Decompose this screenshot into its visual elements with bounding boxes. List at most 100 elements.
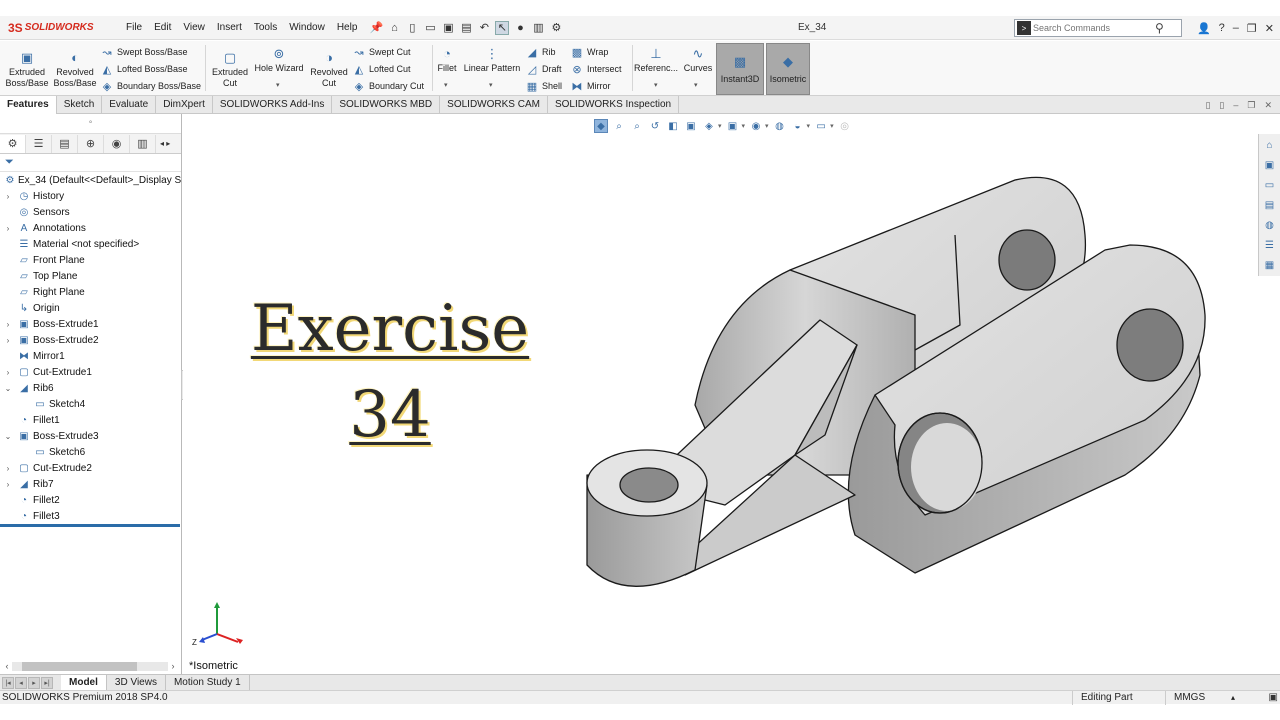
expand-icon[interactable]: › bbox=[4, 336, 12, 345]
curves-dropdown-icon[interactable]: ▾ bbox=[694, 81, 698, 89]
tree-horizontal-scrollbar[interactable]: ‹ › bbox=[2, 660, 178, 672]
rollback-bar[interactable] bbox=[0, 524, 180, 527]
fillet-dropdown-icon[interactable]: ▾ bbox=[444, 81, 448, 89]
doc-minimize-icon[interactable]: – bbox=[1233, 100, 1238, 111]
split-window-icon[interactable]: ▯ bbox=[1219, 100, 1224, 111]
revolved-cut-button[interactable]: ◑ Revolved Cut bbox=[307, 49, 351, 89]
file-properties-icon[interactable]: ▥ bbox=[531, 21, 545, 35]
hole-wizard-button[interactable]: ⊚ Hole Wizard bbox=[253, 45, 305, 74]
zoom-to-area-icon[interactable]: ⌕ bbox=[630, 119, 644, 133]
tree-item-boss-extrude1[interactable]: › ▣ Boss-Extrude1 bbox=[0, 316, 181, 332]
dropdown-icon[interactable]: ▾ bbox=[765, 122, 769, 130]
menu-window[interactable]: Window bbox=[283, 16, 331, 40]
print-icon[interactable]: ▤ bbox=[459, 21, 473, 35]
tree-item-history[interactable]: › ◷ History bbox=[0, 188, 181, 204]
menu-tools[interactable]: Tools bbox=[248, 16, 283, 40]
rib-button[interactable]: ◢ Rib bbox=[525, 44, 556, 60]
rebuild-icon[interactable]: ● bbox=[513, 21, 527, 35]
select-cursor-icon[interactable]: ↖ bbox=[495, 20, 510, 35]
panel-tab-scroll-icon[interactable]: ◂ ▸ bbox=[160, 139, 170, 148]
hole-wizard-dropdown-icon[interactable]: ▾ bbox=[276, 81, 280, 89]
tree-item-part[interactable]: ⚙ Ex_34 (Default<<Default>_Display S bbox=[0, 172, 181, 188]
boundary-cut-button[interactable]: ◈ Boundary Cut bbox=[352, 78, 424, 94]
help-question-icon[interactable]: ? bbox=[1219, 22, 1225, 34]
expand-icon[interactable]: › bbox=[4, 192, 12, 201]
minimize-icon[interactable]: – bbox=[1233, 22, 1239, 34]
fillet-button[interactable]: ◔ Fillet bbox=[435, 45, 459, 74]
revolved-boss-button[interactable]: ◐ Revolved Boss/Base bbox=[53, 49, 97, 89]
expand-icon[interactable]: › bbox=[4, 480, 12, 489]
dropdown-icon[interactable]: ▾ bbox=[718, 122, 722, 130]
tree-item-top-plane[interactable]: ▱ Top Plane bbox=[0, 268, 181, 284]
tree-item-cut-extrude2[interactable]: › ▢ Cut-Extrude2 bbox=[0, 460, 181, 476]
tree-item-boss-extrude3[interactable]: ⌄ ▣ Boss-Extrude3 bbox=[0, 428, 181, 444]
tree-item-fillet1[interactable]: ◔ Fillet1 bbox=[0, 412, 181, 428]
lofted-boss-button[interactable]: ◭ Lofted Boss/Base bbox=[100, 61, 188, 77]
tree-item-boss-extrude2[interactable]: › ▣ Boss-Extrude2 bbox=[0, 332, 181, 348]
view-orientation-icon[interactable]: ◈ bbox=[702, 119, 716, 133]
mirror-button[interactable]: ⧓ Mirror bbox=[570, 78, 611, 94]
reference-geometry-button[interactable]: ⊥ Referenc... bbox=[634, 45, 678, 74]
apply-scene-icon[interactable]: ◒ bbox=[791, 119, 805, 133]
3d-part-model[interactable] bbox=[585, 175, 1210, 595]
pin-icon[interactable]: 📌 bbox=[369, 21, 384, 35]
file-explorer-icon[interactable]: ▭ bbox=[1263, 178, 1277, 192]
units-dropdown-icon[interactable]: ▴ bbox=[1231, 691, 1235, 705]
forum-icon[interactable]: ▦ bbox=[1263, 258, 1277, 272]
tree-item-rib7[interactable]: › ◢ Rib7 bbox=[0, 476, 181, 492]
display-style-icon[interactable]: ▣ bbox=[726, 119, 740, 133]
cam-manager-tab-icon[interactable]: ▥ bbox=[130, 134, 156, 153]
tab-mbd[interactable]: SOLIDWORKS MBD bbox=[332, 96, 441, 114]
section-view-icon[interactable]: ◧ bbox=[666, 119, 680, 133]
tree-item-sketch4[interactable]: ▭ Sketch4 bbox=[0, 396, 181, 412]
next-tab-icon[interactable]: ▸ bbox=[28, 676, 40, 689]
home-icon[interactable]: ⌂ bbox=[387, 21, 401, 35]
isometric-toggle[interactable]: ◆ Isometric bbox=[766, 43, 810, 95]
swept-boss-button[interactable]: ↝ Swept Boss/Base bbox=[100, 44, 187, 60]
instant3d-toggle[interactable]: ▩ Instant3D bbox=[716, 43, 764, 95]
reference-dropdown-icon[interactable]: ▾ bbox=[654, 81, 658, 89]
expand-icon[interactable]: › bbox=[4, 464, 12, 473]
panel-drag-handle[interactable]: ° bbox=[0, 114, 181, 134]
solidworks-logo[interactable]: 3S SOLIDWORKS bbox=[8, 21, 104, 35]
view-settings-icon[interactable]: ▭ bbox=[814, 119, 828, 133]
tab-features[interactable]: Features bbox=[0, 96, 57, 114]
tree-item-right-plane[interactable]: ▱ Right Plane bbox=[0, 284, 181, 300]
tree-item-material[interactable]: ☰ Material <not specified> bbox=[0, 236, 181, 252]
rebuild-status-icon[interactable]: ▣ bbox=[1269, 692, 1278, 703]
menu-view[interactable]: View bbox=[177, 16, 211, 40]
menu-insert[interactable]: Insert bbox=[211, 16, 248, 40]
extruded-cut-button[interactable]: ▢ Extruded Cut bbox=[208, 49, 252, 89]
search-input[interactable] bbox=[1033, 23, 1153, 33]
search-commands-box[interactable]: > ⚲ bbox=[1014, 19, 1182, 37]
options-gear-icon[interactable]: ⚙ bbox=[549, 21, 563, 35]
restore-icon[interactable]: ❐ bbox=[1247, 22, 1257, 35]
boundary-boss-button[interactable]: ◈ Boundary Boss/Base bbox=[100, 78, 201, 94]
search-icon[interactable]: ⚲ bbox=[1155, 21, 1164, 35]
scroll-right-icon[interactable]: › bbox=[168, 661, 178, 671]
user-icon[interactable]: 👤 bbox=[1197, 22, 1211, 35]
tree-item-rib6[interactable]: ⌄ ◢ Rib6 bbox=[0, 380, 181, 396]
edit-appearance-icon[interactable]: ◍ bbox=[773, 119, 787, 133]
shell-button[interactable]: ▦ Shell bbox=[525, 78, 562, 94]
view-palette-icon[interactable]: ▤ bbox=[1263, 198, 1277, 212]
extruded-boss-button[interactable]: ▣ Extruded Boss/Base bbox=[6, 49, 49, 89]
dropdown-icon[interactable]: ▾ bbox=[830, 122, 834, 130]
tree-item-origin[interactable]: ↳ Origin bbox=[0, 300, 181, 316]
filter-icon[interactable]: ⏷ bbox=[5, 156, 14, 169]
tree-item-annotations[interactable]: › A Annotations bbox=[0, 220, 181, 236]
tree-item-sensors[interactable]: ◎ Sensors bbox=[0, 204, 181, 220]
feature-manager-tab-icon[interactable]: ⚙ bbox=[0, 134, 26, 153]
doc-restore-icon[interactable]: ❐ bbox=[1247, 100, 1255, 111]
wrap-button[interactable]: ▩ Wrap bbox=[570, 44, 609, 60]
collapse-icon[interactable]: ⌄ bbox=[4, 432, 12, 441]
close-icon[interactable]: ✕ bbox=[1265, 22, 1274, 35]
tab-motion-study[interactable]: Motion Study 1 bbox=[166, 675, 250, 690]
swept-cut-button[interactable]: ↝ Swept Cut bbox=[352, 44, 410, 60]
expand-icon[interactable]: › bbox=[4, 320, 12, 329]
lofted-cut-button[interactable]: ◭ Lofted Cut bbox=[352, 61, 411, 77]
tree-item-fillet2[interactable]: ◔ Fillet2 bbox=[0, 492, 181, 508]
last-tab-icon[interactable]: ▸| bbox=[41, 676, 53, 689]
zoom-to-fit-icon[interactable]: ⌕ bbox=[612, 119, 626, 133]
unit-system-selector[interactable]: MMGS ▴ bbox=[1165, 691, 1265, 705]
